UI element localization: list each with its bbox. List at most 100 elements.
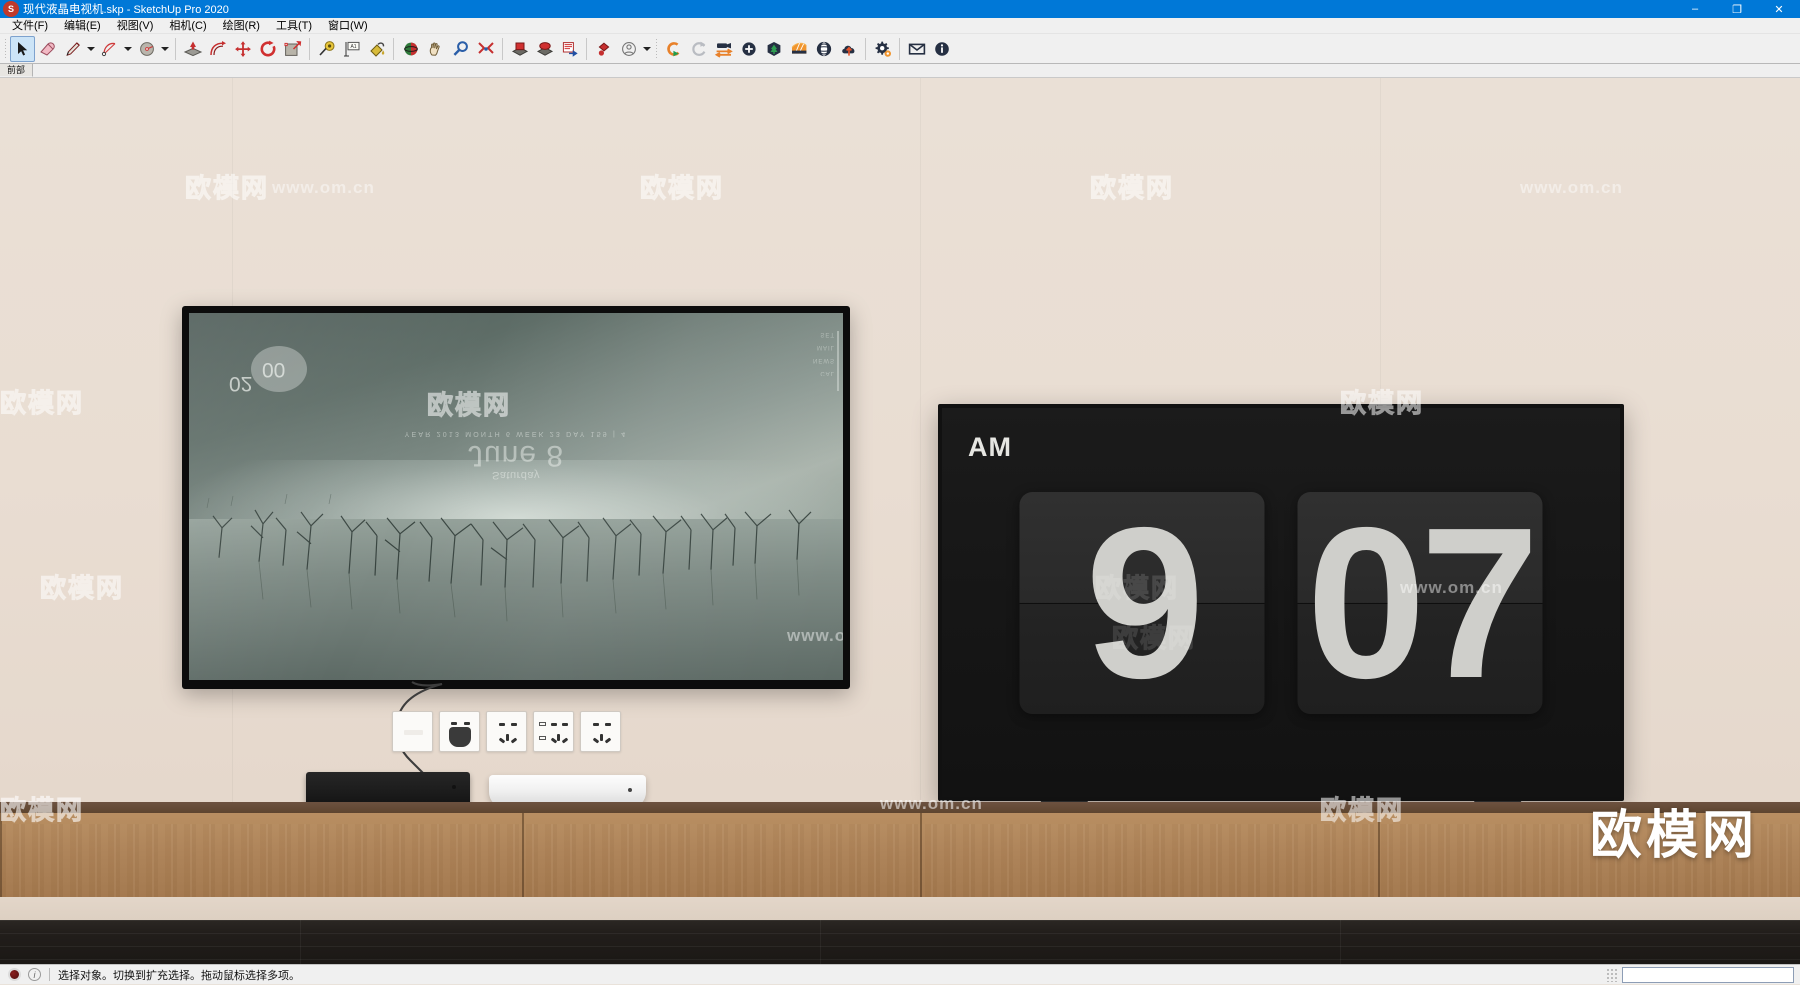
menu-camera[interactable]: 相机(C) [161,18,214,34]
scene-tab-front[interactable]: 前部 [0,64,34,77]
enscape-upload-icon[interactable] [836,36,861,62]
offset-tool-icon[interactable] [205,36,230,62]
toolbar-separator-2 [309,37,310,60]
window-controls: – ❐ ✕ [1674,0,1800,18]
screen-clock-hour: 02 [229,372,253,395]
socket-with-plug[interactable] [439,711,480,752]
share-model-icon[interactable] [532,36,557,62]
minimize-button[interactable]: – [1674,0,1716,18]
enscape-sphere-icon[interactable] [811,36,836,62]
enscape-feedback-icon[interactable] [904,36,929,62]
3d-warehouse-icon[interactable] [507,36,532,62]
screen-side-item-1: NEWS [813,357,835,363]
flip-card-minute: 07 [1297,482,1543,723]
socket-blank[interactable] [392,711,433,752]
move-tool-icon[interactable] [230,36,255,62]
rotate-tool-icon[interactable] [255,36,280,62]
plug-body [449,727,471,747]
close-button[interactable]: ✕ [1758,0,1800,18]
toolbar-separator-5 [586,37,587,60]
pushpull-tool-icon[interactable] [180,36,205,62]
paint-bucket-icon[interactable] [364,36,389,62]
socket-five-hole-1[interactable] [486,711,527,752]
zoom-tool-icon[interactable] [448,36,473,62]
floor-surface[interactable] [0,920,1800,964]
screen-scroll-indicator [837,331,839,391]
screen-month-day: June 8 [467,439,565,472]
cabinet-base-shadow [0,897,1800,920]
measurement-input[interactable] [1622,966,1794,983]
screen-side-item-2: MAIL [816,344,835,350]
toolbar-separator-6 [865,37,866,60]
menu-view[interactable]: 视图(V) [109,18,162,34]
socket-five-hole-2[interactable] [580,711,621,752]
cabinet-wood-grain [0,824,1800,908]
pan-tool-icon[interactable] [423,36,448,62]
tv-cabinet[interactable] [0,802,1800,920]
line-tool-icon[interactable] [60,36,85,62]
toolbar-group-enscape [661,36,954,62]
wall-socket-panel[interactable] [392,711,621,752]
enscape-material-icon[interactable] [786,36,811,62]
flip-clock: 9 07 [1019,482,1543,723]
user-account-icon[interactable] [616,36,641,62]
enscape-sync-icon[interactable] [686,36,711,62]
cabinet-front-face [0,813,1800,908]
window-title: 现代液晶电视机.skp - SketchUp Pro 2020 [23,1,229,17]
screen-date-block: Saturday June 8 YEAR 2013 MONTH 6 WEEK 2… [336,430,696,481]
scale-tool-icon[interactable] [280,36,305,62]
screen-meta-line: YEAR 2013 MONTH 6 WEEK 23 DAY 159 | 4 [404,430,628,437]
toolbar-separator-1 [175,37,176,60]
dimension-tool-icon[interactable]: A1 [339,36,364,62]
menu-draw[interactable]: 绘图(R) [215,18,268,34]
sketchup-3d-viewport[interactable]: 02 00 Saturday June 8 YEAR 2013 MONTH 6 … [0,78,1800,964]
window-title-cjk: 现代液晶电视机 [23,4,104,16]
shapes-tool-icon[interactable] [97,36,122,62]
toolbar-grip[interactable] [4,37,8,60]
extension-warehouse-icon[interactable] [557,36,582,62]
lcd-tv-right[interactable]: AM 9 07 欧模网 [938,404,1624,823]
eraser-tool-icon[interactable] [35,36,60,62]
status-separator [49,968,50,981]
trimble-connect-icon[interactable] [591,36,616,62]
enscape-toolbar-grip[interactable] [655,37,659,60]
tape-measure-icon[interactable] [314,36,339,62]
select-tool-icon[interactable] [10,35,35,62]
shapes-tool-dropdown-icon[interactable] [122,36,134,62]
toolbar-separator-4 [502,37,503,60]
toolbar-separator-3 [393,37,394,60]
measurement-grip[interactable] [1606,967,1618,982]
media-box-black-led-icon [452,785,456,789]
enscape-vegetation-icon[interactable] [761,36,786,62]
circle-tool-dropdown-icon[interactable] [159,36,171,62]
socket-five-hole-usb[interactable] [533,711,574,752]
toolbar-group-account [591,36,653,62]
enscape-start-icon[interactable] [661,36,686,62]
floor-plank-lines [0,920,1800,964]
flip-clock-hour: 9 [1085,482,1205,723]
line-tool-dropdown-icon[interactable] [85,36,97,62]
enscape-about-icon[interactable] [929,36,954,62]
main-toolbar: A1 [0,34,1800,64]
menu-edit[interactable]: 编辑(E) [56,18,109,34]
enscape-add-asset-icon[interactable] [736,36,761,62]
menu-file[interactable]: 文件(F) [4,18,56,34]
zoom-extents-icon[interactable] [473,36,498,62]
maximize-button[interactable]: ❐ [1716,0,1758,18]
screen-clock-widget: 02 00 [229,345,307,399]
enscape-video-icon[interactable] [711,36,736,62]
info-icon[interactable]: i [28,968,41,981]
geo-location-icon[interactable] [8,968,21,981]
user-account-dropdown-icon[interactable] [641,36,653,62]
toolbar-group-measure: A1 [314,36,389,62]
status-tip-text: 选择对象。切换到扩充选择。拖动鼠标选择多项。 [58,969,300,982]
flip-clock-minute: 07 [1306,482,1539,723]
circle-tool-icon[interactable] [134,36,159,62]
menu-tools[interactable]: 工具(T) [268,18,320,34]
toolbar-group-modify [180,36,305,62]
enscape-settings-icon[interactable] [870,36,895,62]
lcd-tv-left[interactable]: 02 00 Saturday June 8 YEAR 2013 MONTH 6 … [182,306,850,689]
media-box-white-led-icon [628,788,632,792]
orbit-tool-icon[interactable] [398,36,423,62]
menu-window[interactable]: 窗口(W) [320,18,376,34]
